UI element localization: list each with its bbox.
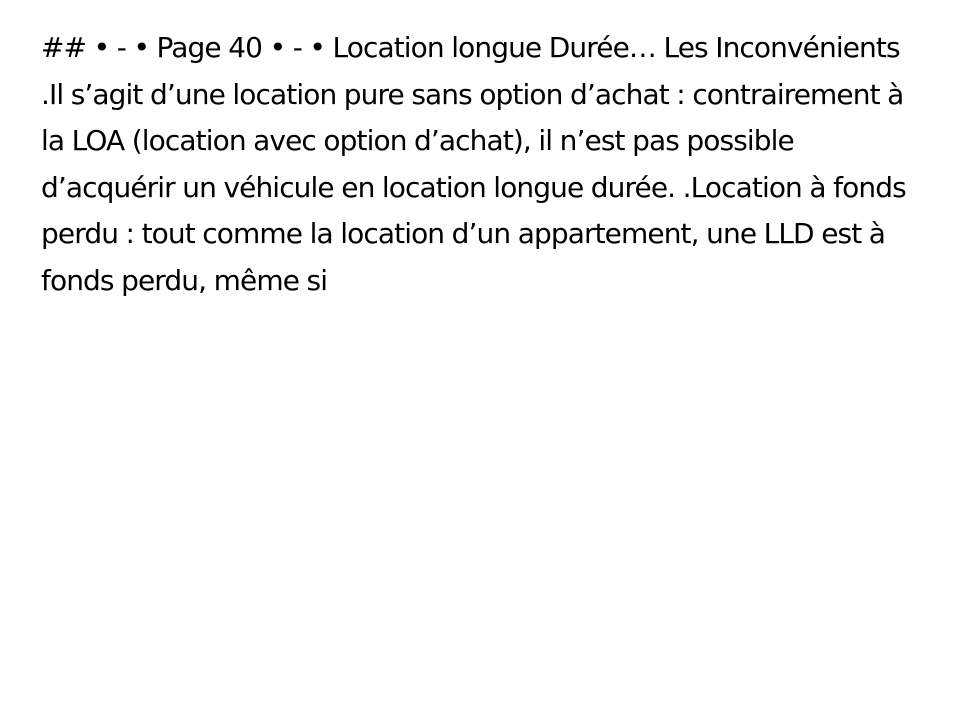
document-page: ## • - • Page 40 • - • Location longue D… [0, 0, 960, 720]
document-text: ## • - • Page 40 • - • Location longue D… [41, 31, 907, 297]
